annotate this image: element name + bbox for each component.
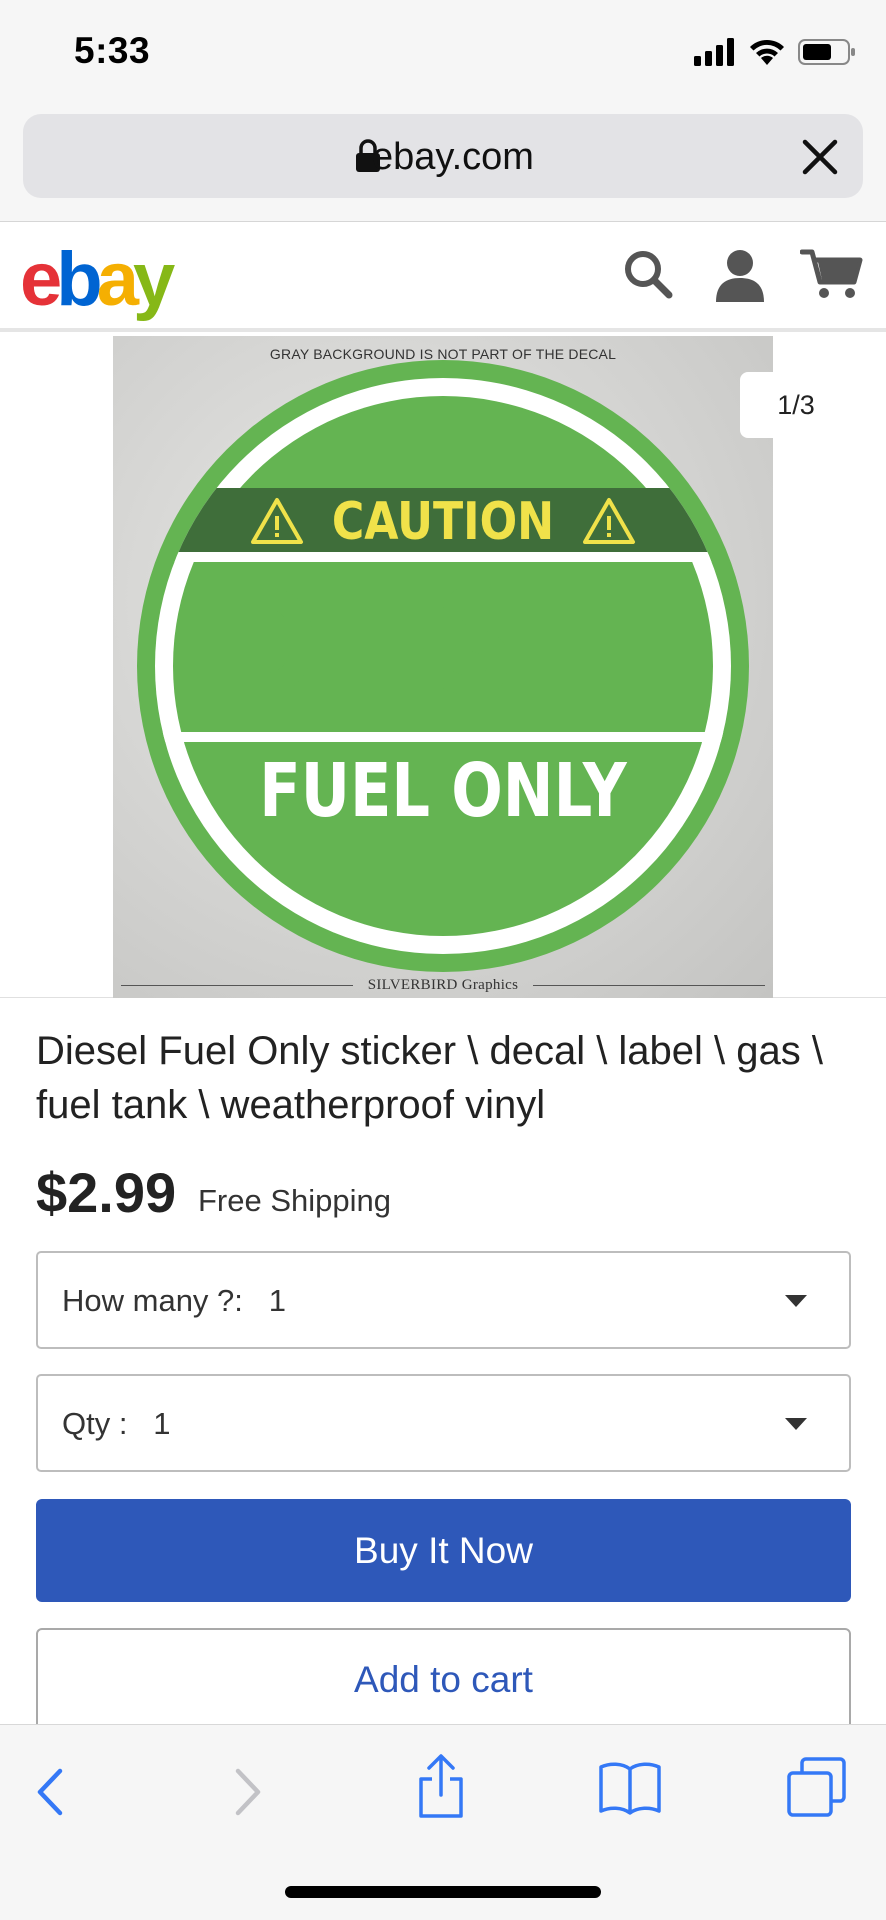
product-price: $2.99 xyxy=(36,1161,177,1224)
how-many-value: How many ?: 1 xyxy=(62,1283,286,1318)
address-bar-container: ebay.com xyxy=(0,110,886,222)
add-to-cart-button[interactable]: Add to cart xyxy=(36,1628,851,1731)
brand-mark: SILVERBIRD Graphics xyxy=(367,977,519,993)
qty-value: Qty : 1 xyxy=(62,1406,171,1441)
caution-text: CAUTION xyxy=(331,492,555,552)
home-indicator xyxy=(285,1886,601,1898)
product-image[interactable]: GRAY BACKGROUND IS NOT PART OF THE DECAL xyxy=(113,336,773,998)
address-bar[interactable]: ebay.com xyxy=(23,114,863,198)
tabs-icon[interactable] xyxy=(786,1757,848,1817)
share-icon[interactable] xyxy=(416,1753,466,1819)
status-time: 5:33 xyxy=(74,30,151,71)
shipping-info: Free Shipping xyxy=(198,1183,392,1218)
buy-it-now-button[interactable]: Buy It Now xyxy=(36,1499,851,1602)
site-header: ebay xyxy=(0,222,886,332)
image-counter: 1/3 xyxy=(740,372,852,438)
ebay-logo[interactable]: ebay xyxy=(20,236,175,323)
battery-icon xyxy=(798,39,855,65)
user-icon[interactable] xyxy=(714,248,766,302)
how-many-select[interactable]: How many ?: 1 xyxy=(36,1251,851,1349)
product-gallery[interactable]: GRAY BACKGROUND IS NOT PART OF THE DECAL xyxy=(0,336,886,998)
wifi-icon xyxy=(750,39,784,65)
forward-icon[interactable] xyxy=(232,1767,264,1817)
close-icon[interactable] xyxy=(799,136,841,178)
bookmarks-icon[interactable] xyxy=(598,1761,662,1815)
cart-icon[interactable] xyxy=(800,248,864,300)
product-title: Diesel Fuel Only sticker \ decal \ label… xyxy=(36,1029,823,1127)
signal-icon xyxy=(694,38,734,66)
back-icon[interactable] xyxy=(34,1767,66,1817)
url-text: ebay.com xyxy=(372,136,534,178)
status-bar: 5:33 xyxy=(0,0,886,110)
status-icons xyxy=(694,38,856,66)
diesel-text: DIESEL xyxy=(224,559,663,729)
qty-select[interactable]: Qty : 1 xyxy=(36,1374,851,1472)
chevron-down-icon xyxy=(785,1295,807,1307)
chevron-down-icon xyxy=(785,1418,807,1430)
fuel-only-text: FUEL ONLY xyxy=(259,748,627,834)
search-icon[interactable] xyxy=(622,248,674,300)
